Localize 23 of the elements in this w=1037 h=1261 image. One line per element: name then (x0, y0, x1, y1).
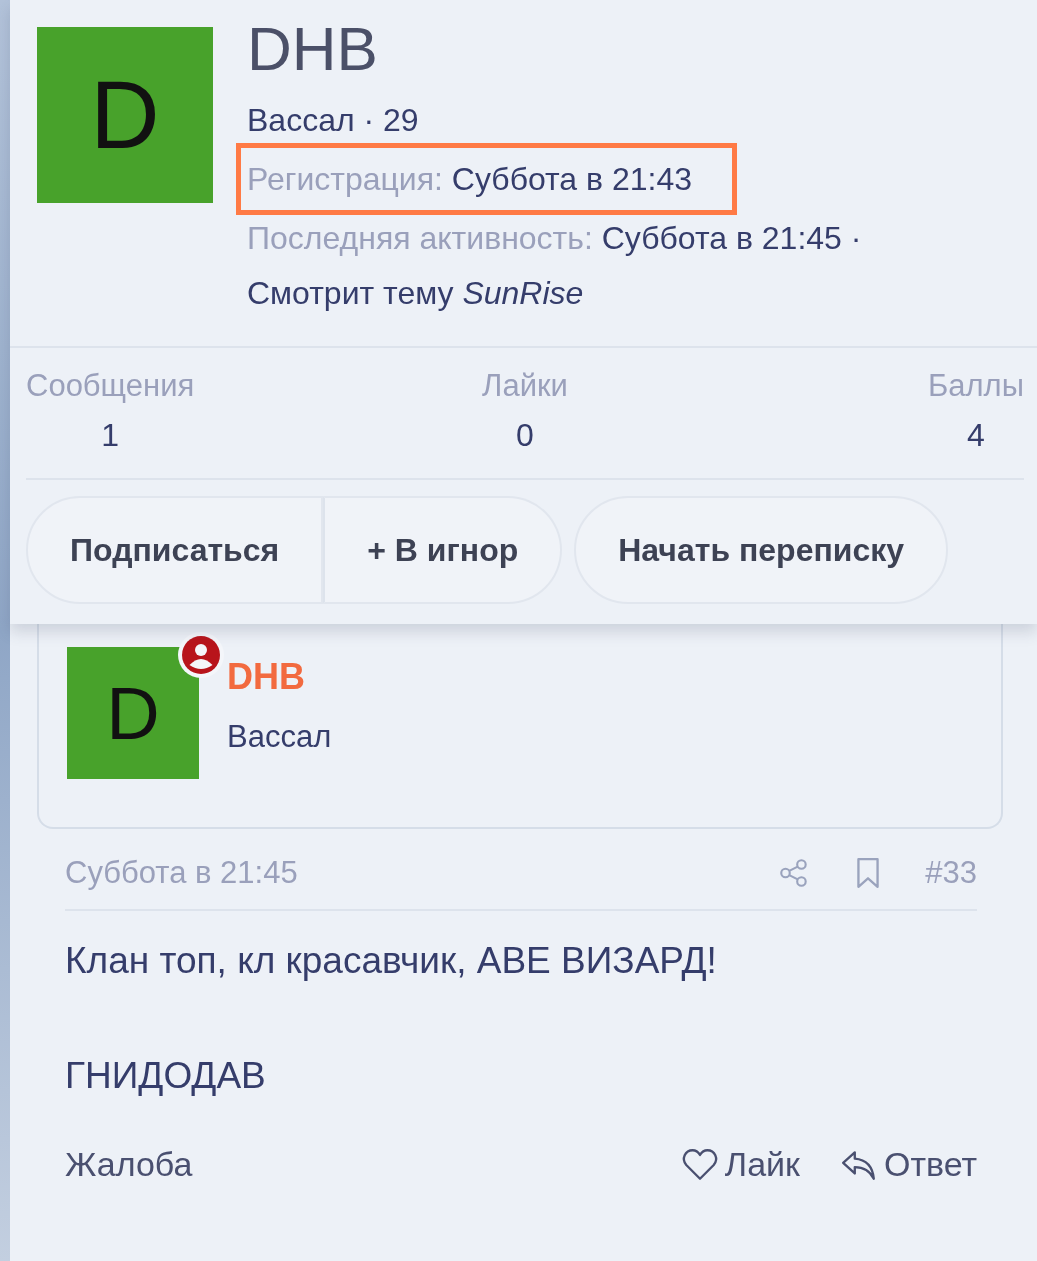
stat-value: 0 (516, 416, 534, 455)
post-text: Клан топ, кл красавчик, АВЕ ВИЗАРД! (65, 939, 718, 982)
stat-label: Лайки (482, 367, 568, 405)
user-name: DHB (247, 21, 379, 77)
reply-button[interactable]: Ответ (839, 1145, 977, 1184)
stat-value: 4 (967, 416, 985, 455)
profile-action-button[interactable]: Начать переписку (574, 496, 949, 604)
stat-value: 1 (101, 416, 119, 455)
user-badge-icon (177, 631, 225, 679)
user-title: Вассал · 29 (247, 102, 419, 138)
like-button[interactable]: Лайк (680, 1145, 800, 1184)
registration-info: Регистрация: Суббота в 21:43 (236, 143, 737, 215)
profile-action-button[interactable]: Подписаться (26, 496, 324, 604)
avatar: D (37, 27, 213, 203)
stat-label: Баллы (927, 367, 1024, 405)
post-text: ГНИДОДАВ (65, 1054, 267, 1097)
last-activity-info: Последняя активность: Суббота в 21:45 · (247, 220, 862, 256)
stat-label: Сообщения (26, 367, 195, 405)
profile-action-button[interactable]: + В игнор (323, 496, 563, 604)
avatar: D (67, 647, 199, 779)
author-title: Вассал (227, 718, 332, 756)
report-link[interactable]: Жалоба (65, 1145, 193, 1184)
viewing-info: Смотрит тему SunRise (247, 275, 584, 311)
